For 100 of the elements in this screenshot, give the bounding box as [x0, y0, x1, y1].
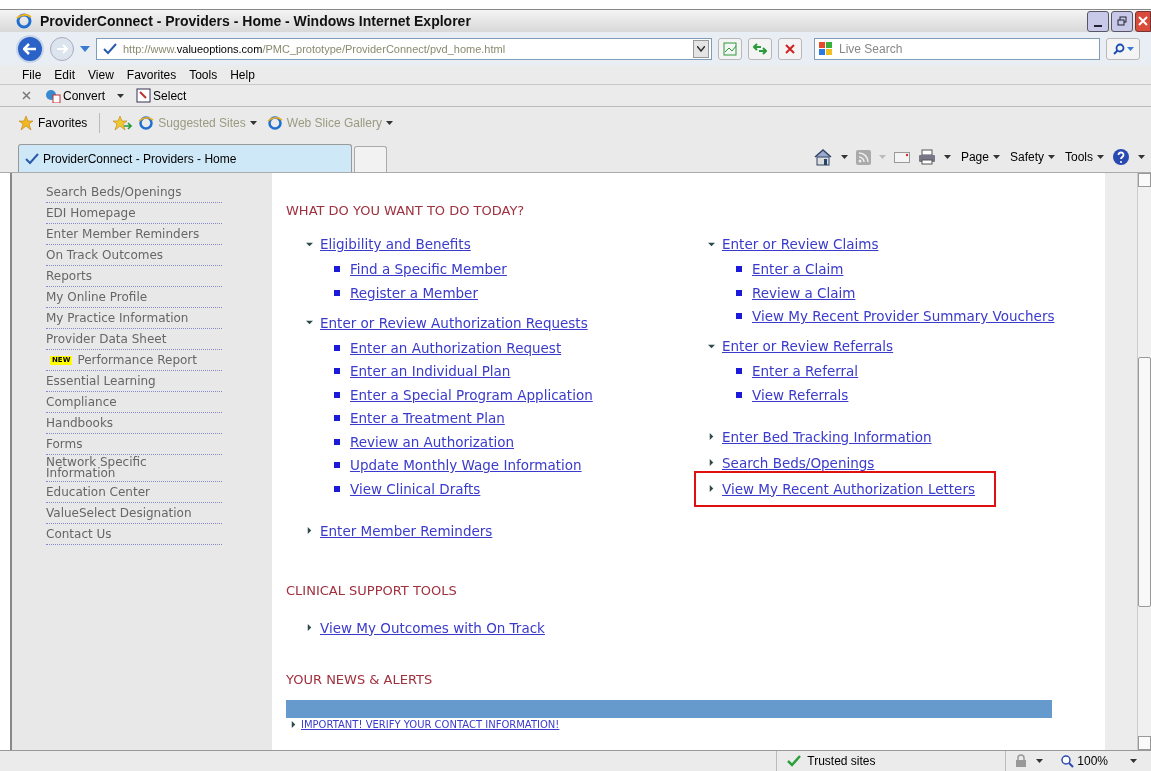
browser-tab[interactable]: ProviderConnect - Providers - Home — [18, 144, 352, 172]
add-favorite-icon[interactable] — [112, 115, 133, 131]
caret-down-icon[interactable] — [1138, 155, 1145, 159]
nav-link[interactable]: Enter an Authorization Request — [350, 339, 562, 356]
sidebar-link[interactable]: Reports — [46, 270, 93, 282]
globe-e-icon — [138, 115, 155, 131]
menu-item[interactable]: File — [22, 66, 42, 83]
nav-link[interactable]: Search Beds/Openings — [722, 454, 875, 471]
sidebar-link[interactable]: Performance Report — [77, 354, 197, 366]
search-field[interactable]: Live Search — [814, 37, 1100, 60]
nav-link[interactable]: Enter a Referral — [752, 363, 859, 379]
news-link[interactable]: IMPORTANT! VERIFY YOUR CONTACT INFORMATION! — [301, 717, 560, 731]
command-menu-button[interactable]: Page — [960, 149, 1000, 165]
search-icon — [1112, 42, 1125, 55]
vertical-scrollbar[interactable] — [1137, 173, 1151, 750]
address-field[interactable]: http://www.valueoptions.com/PMC_prototype/ProviderConnect/pvd_home.html — [96, 37, 712, 60]
nav-link[interactable]: Eligibility and Benefits — [320, 236, 471, 252]
sidebar-link[interactable]: EDI Homepage — [46, 207, 136, 219]
sidebar-link[interactable]: My Online Profile — [46, 291, 148, 303]
nav-link[interactable]: View My Outcomes with On Track — [320, 619, 545, 636]
nav-link[interactable]: Enter Member Reminders — [320, 522, 493, 539]
nav-link[interactable]: Enter a Claim — [752, 261, 844, 277]
caret-down-icon[interactable] — [1036, 759, 1044, 763]
bullet-icon — [736, 313, 742, 319]
caret-down-icon — [708, 342, 715, 350]
sidebar-link[interactable]: Essential Learning — [46, 375, 156, 387]
convert-button[interactable]: Convert — [45, 87, 106, 104]
menu-item[interactable]: Favorites — [126, 66, 177, 83]
home-icon[interactable] — [812, 148, 833, 166]
minimize-button[interactable] — [1087, 10, 1109, 32]
nav-link[interactable]: Enter or Review Authorization Requests — [320, 314, 588, 331]
sidebar-link[interactable]: Contact Us — [46, 528, 112, 540]
document-icon — [136, 88, 152, 103]
window-title: ProviderConnect - Providers - Home - Windows Internet Explorer — [40, 13, 471, 29]
nav-link[interactable]: Enter an Individual Plan — [350, 363, 511, 379]
caret-right-icon — [306, 624, 313, 631]
sidebar-link[interactable]: Education Center — [46, 486, 150, 498]
bullet-icon — [334, 391, 340, 398]
nav-link[interactable]: Find a Specific Member — [350, 261, 507, 277]
select-button[interactable]: Select — [136, 87, 187, 104]
nav-link[interactable]: Enter or Review Claims — [722, 236, 879, 252]
sidebar-link[interactable]: Forms — [46, 438, 83, 450]
nav-link[interactable]: View Referrals — [752, 386, 849, 403]
sidebar-link[interactable]: ValueSelect Designation — [46, 507, 192, 519]
bullet-icon — [736, 289, 742, 296]
dropdown-arrow-icon[interactable] — [80, 45, 90, 52]
nav-link[interactable]: Enter a Special Program Application — [350, 386, 593, 403]
restore-button[interactable] — [1111, 10, 1133, 32]
nav-link[interactable]: Enter or Review Referrals — [722, 338, 894, 354]
arrow-left-icon — [23, 42, 37, 55]
check-mark-icon — [103, 42, 117, 55]
sidebar-link[interactable]: Handbooks — [46, 417, 114, 429]
back-button[interactable] — [16, 34, 44, 63]
scroll-down-button[interactable] — [1138, 736, 1151, 750]
sidebar-link[interactable]: Compliance — [46, 396, 117, 408]
nav-link[interactable]: View My Recent Authorization Letters — [722, 480, 975, 497]
caret-down-icon[interactable] — [840, 155, 848, 159]
caret-down-icon — [1048, 155, 1055, 159]
nav-link[interactable]: Register a Member — [350, 284, 478, 301]
scroll-up-button[interactable] — [1138, 173, 1151, 187]
nav-link[interactable]: View Clinical Drafts — [350, 480, 481, 497]
nav-link[interactable]: Enter a Treatment Plan — [350, 410, 505, 426]
menu-item[interactable]: Help — [230, 66, 255, 83]
mail-icon[interactable] — [893, 151, 910, 163]
menu-item[interactable]: View — [88, 66, 114, 83]
sidebar-link[interactable]: Network Specific Information — [46, 457, 216, 479]
magnifier-icon — [1061, 754, 1075, 768]
favorites-button[interactable]: Favorites — [18, 115, 88, 131]
sidebar-link[interactable]: Provider Data Sheet — [46, 333, 167, 345]
command-menu-button[interactable]: Tools — [1065, 149, 1104, 165]
caret-down-icon[interactable] — [117, 93, 125, 98]
refresh-button[interactable] — [748, 37, 772, 60]
printer-icon[interactable] — [917, 149, 936, 165]
sidebar-link[interactable]: On Track Outcomes — [46, 249, 164, 261]
scrollbar-thumb[interactable] — [1138, 357, 1151, 607]
globe-document-icon — [45, 88, 61, 103]
stop-button[interactable] — [778, 37, 802, 60]
close-button[interactable] — [1135, 10, 1151, 32]
nav-link[interactable]: Update Monthly Wage Information — [350, 457, 582, 473]
nav-link[interactable]: Review an Authorization — [350, 433, 514, 450]
menu-item[interactable]: Tools — [189, 66, 218, 83]
bullet-icon — [334, 415, 340, 421]
nav-link[interactable]: Review a Claim — [752, 284, 856, 301]
nav-link[interactable]: View My Recent Provider Summary Vouchers — [752, 308, 1055, 324]
sidebar-link[interactable]: Search Beds/Openings — [46, 186, 182, 198]
close-icon[interactable] — [22, 91, 31, 100]
nav-link[interactable]: Enter Bed Tracking Information — [722, 428, 932, 445]
caret-down-icon[interactable] — [1130, 759, 1137, 763]
search-button[interactable] — [1106, 37, 1140, 60]
zoom-button[interactable]: 100% — [1061, 753, 1108, 769]
browser-logo-icon — [16, 13, 32, 29]
url-dropdown-button[interactable] — [693, 39, 709, 58]
caret-down-icon[interactable] — [943, 155, 951, 159]
menu-item[interactable]: Edit — [54, 66, 76, 83]
help-icon[interactable] — [1112, 148, 1130, 166]
globe-e-icon — [266, 115, 283, 131]
sidebar-link[interactable]: My Practice Information — [46, 312, 189, 324]
sidebar-link[interactable]: Enter Member Reminders — [46, 228, 200, 240]
restore-icon — [1117, 16, 1127, 26]
command-menu-button[interactable]: Safety — [1009, 149, 1055, 165]
